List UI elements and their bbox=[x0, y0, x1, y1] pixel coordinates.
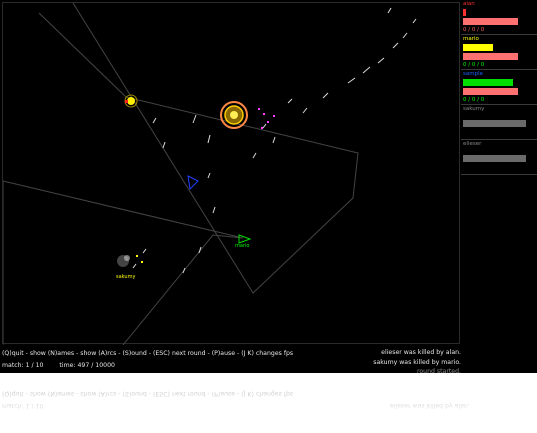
dead-bar bbox=[463, 120, 526, 127]
player-panel-sakumy: sakumy bbox=[461, 105, 537, 140]
bot-alan bbox=[220, 101, 248, 129]
bot-sakumy bbox=[117, 255, 143, 267]
scan-arc bbox=[38, 3, 359, 294]
energy-bar bbox=[463, 44, 493, 51]
bot-mario bbox=[238, 234, 252, 244]
match-counter: match: 1 / 10 bbox=[2, 362, 44, 369]
player-panel-elieser: elieser bbox=[461, 140, 537, 175]
reflection-fade bbox=[0, 373, 537, 433]
player-name: elieser bbox=[463, 141, 482, 147]
player-score: 0 / 0 / 0 bbox=[463, 62, 485, 68]
energy-bar bbox=[463, 9, 466, 16]
player-sidebar: alan 0 / 0 / 0 mario 0 / 0 / 0 sample 0 / 0 /… bbox=[461, 0, 537, 190]
player-panel-alan: alan 0 / 0 / 0 bbox=[461, 0, 537, 35]
bot-sample bbox=[187, 175, 199, 191]
player-name: sample bbox=[463, 71, 483, 77]
player-name: sakumy bbox=[463, 106, 485, 112]
bot-label-mario: mario bbox=[235, 243, 250, 249]
player-score: 0 / 0 / 0 bbox=[463, 27, 485, 33]
game-screen: mario sakumy alan 0 / 0 / 0 mario 0 / 0 / 0… bbox=[0, 0, 537, 373]
log-line: sakumy was killed by mario. bbox=[373, 358, 461, 366]
bullets bbox=[132, 7, 417, 274]
player-name: mario bbox=[463, 36, 479, 42]
health-bar bbox=[463, 88, 518, 95]
debris bbox=[258, 108, 275, 129]
player-panel-mario: mario 0 / 0 / 0 bbox=[461, 35, 537, 70]
bot-label-sakumy: sakumy bbox=[116, 274, 136, 280]
arena[interactable]: mario sakumy bbox=[2, 2, 460, 345]
health-bar bbox=[463, 18, 518, 25]
log-line: elieser was killed by alan. bbox=[381, 349, 461, 356]
event-log: elieser was killed by alan. sakumy was ki… bbox=[373, 348, 461, 373]
player-score: 0 / 0 / 0 bbox=[463, 97, 485, 103]
dead-bar bbox=[463, 155, 526, 162]
arena-canvas bbox=[3, 3, 417, 345]
player-name: alan bbox=[463, 1, 475, 7]
time-counter: time: 497 / 10000 bbox=[59, 362, 115, 369]
health-bar bbox=[463, 53, 518, 60]
energy-bar bbox=[463, 79, 513, 86]
player-panel-sample: sample 0 / 0 / 0 bbox=[461, 70, 537, 105]
